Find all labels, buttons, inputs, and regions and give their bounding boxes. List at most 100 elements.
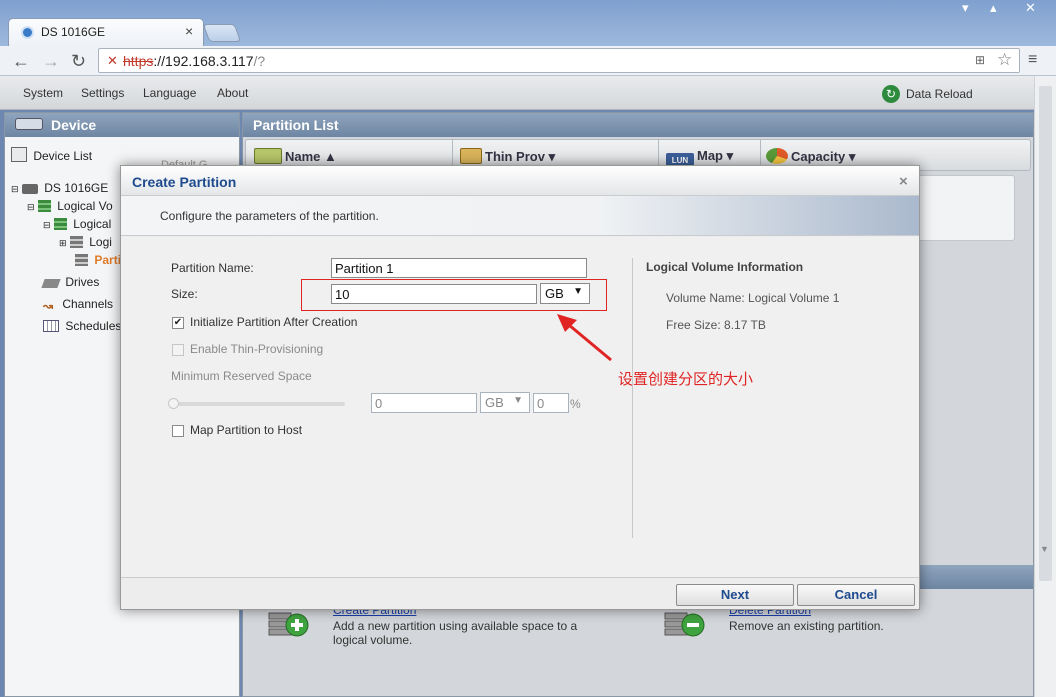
reload-icon[interactable]: ↻ bbox=[71, 51, 86, 71]
name-column-icon bbox=[254, 148, 282, 164]
tree-item-schedules[interactable]: Schedules bbox=[43, 319, 121, 333]
size-label: Size: bbox=[171, 287, 198, 301]
reserved-unit-select[interactable]: GB ▼ bbox=[480, 392, 530, 413]
channel-icon: ↝ bbox=[43, 299, 54, 313]
device-panel-title: Device bbox=[51, 117, 97, 133]
menu-system[interactable]: System bbox=[23, 86, 63, 100]
logical-volume-icon bbox=[37, 200, 51, 212]
device-icon bbox=[21, 184, 38, 194]
cancel-button[interactable]: Cancel bbox=[797, 584, 915, 606]
percent-sign: % bbox=[570, 397, 581, 411]
partition-panel-title: Partition List bbox=[253, 117, 339, 133]
tree-label-drives: Drives bbox=[65, 275, 100, 289]
dialog-footer: Next Cancel bbox=[121, 577, 919, 609]
tab-title: DS 1016GE bbox=[41, 25, 106, 39]
volume-icon bbox=[69, 236, 83, 248]
new-tab-button[interactable] bbox=[202, 24, 242, 42]
annotation-highlight-box bbox=[301, 279, 607, 311]
expand-icon[interactable]: ⊞ bbox=[59, 238, 67, 248]
address-bar[interactable]: ✕ https://192.168.3.117/? ⊞ ☆ bbox=[98, 48, 1020, 73]
tree-item-partitions[interactable]: Parti bbox=[75, 253, 121, 267]
initialize-label: Initialize Partition After Creation bbox=[190, 315, 358, 329]
arrow-left-icon[interactable]: ← bbox=[12, 51, 30, 71]
data-reload-button[interactable]: Data Reload bbox=[906, 87, 973, 101]
menu-about[interactable]: About bbox=[217, 86, 248, 100]
column-thin-prov[interactable]: Thin Prov ▾ bbox=[460, 148, 555, 165]
dialog-title-bar[interactable]: Create Partition × bbox=[121, 166, 919, 196]
star-icon[interactable]: ☆ bbox=[997, 50, 1012, 70]
arrow-right-icon[interactable]: → bbox=[42, 51, 60, 71]
hamburger-menu-icon[interactable]: ≡ bbox=[1028, 51, 1037, 69]
tree-label-channels: Channels bbox=[62, 297, 114, 311]
create-partition-desc: Add a new partition using available spac… bbox=[333, 619, 578, 647]
column-capacity[interactable]: Capacity ▾ bbox=[766, 148, 855, 165]
map-to-host-checkbox[interactable] bbox=[172, 425, 184, 437]
page-scrollbar[interactable]: ▼ bbox=[1034, 76, 1056, 697]
reserved-slider[interactable] bbox=[173, 402, 345, 406]
tree-label-device: DS 1016GE bbox=[44, 181, 109, 195]
tab-close-icon[interactable]: × bbox=[185, 23, 193, 39]
tree-item-logi[interactable]: ⊞ Logi bbox=[59, 235, 112, 249]
thin-provisioning-label: Enable Thin-Provisioning bbox=[190, 342, 324, 356]
thin-provisioning-checkbox[interactable] bbox=[172, 344, 184, 356]
thin-prov-icon bbox=[460, 148, 482, 164]
map-to-host-label: Map Partition to Host bbox=[190, 423, 303, 437]
device-list-row[interactable]: Device List bbox=[11, 147, 92, 163]
reserved-percent-input[interactable] bbox=[533, 393, 569, 413]
collapse-icon[interactable]: ⊟ bbox=[43, 220, 51, 230]
menu-settings[interactable]: Settings bbox=[81, 86, 124, 100]
tree-item-device[interactable]: ⊟ DS 1016GE bbox=[11, 181, 108, 195]
reserved-size-input[interactable] bbox=[371, 393, 477, 413]
url-text: https://192.168.3.117/? bbox=[123, 53, 265, 69]
browser-toolbar: ← → ↻ ✕ https://192.168.3.117/? ⊞ ☆ ≡ bbox=[0, 46, 1056, 76]
browser-tab-strip: DS 1016GE × ▾ ▴ ✕ bbox=[0, 0, 1056, 46]
partition-name-input[interactable] bbox=[331, 258, 587, 278]
tree-label-logical-volume: Logical bbox=[73, 217, 112, 231]
reserved-slider-handle[interactable] bbox=[168, 398, 179, 409]
column-map-label: Map bbox=[697, 148, 723, 163]
app-menubar: System Settings Language About ↻ Data Re… bbox=[0, 76, 1034, 110]
drive-icon bbox=[41, 279, 61, 288]
capacity-pie-icon bbox=[766, 148, 788, 164]
minimize-icon[interactable]: ▾ bbox=[962, 0, 969, 16]
translate-icon[interactable]: ⊞ bbox=[975, 53, 985, 67]
device-icon bbox=[15, 118, 43, 130]
collapse-icon[interactable]: ⊟ bbox=[11, 184, 19, 194]
tree-item-logical-volumes[interactable]: ⊟ Logical Vo bbox=[27, 199, 113, 213]
next-button[interactable]: Next bbox=[676, 584, 794, 606]
scroll-down-icon[interactable]: ▼ bbox=[1040, 544, 1049, 554]
close-icon[interactable]: × bbox=[899, 173, 908, 190]
create-partition-icon[interactable] bbox=[267, 609, 311, 642]
globe-icon bbox=[21, 26, 34, 39]
dialog-title: Create Partition bbox=[132, 174, 237, 190]
tree-item-channels[interactable]: ↝ Channels bbox=[43, 297, 114, 313]
tree-item-drives[interactable]: Drives bbox=[41, 275, 100, 289]
dropdown-arrow-icon: ▼ bbox=[513, 395, 523, 406]
partition-name-label: Partition Name: bbox=[171, 261, 254, 275]
volume-name-text: Volume Name: Logical Volume 1 bbox=[666, 291, 840, 305]
column-name[interactable]: Name ▲ bbox=[254, 148, 337, 164]
reserved-unit-value: GB bbox=[485, 395, 504, 410]
free-size-text: Free Size: 8.17 TB bbox=[666, 318, 766, 332]
tree-label-partitions: Parti bbox=[94, 253, 122, 267]
initialize-checkbox[interactable]: ✔ bbox=[172, 317, 184, 329]
close-window-icon[interactable]: ✕ bbox=[1025, 0, 1036, 16]
logical-volume-icon bbox=[53, 218, 67, 230]
column-capacity-label: Capacity bbox=[791, 149, 846, 164]
tree-label-logical-volumes: Logical Vo bbox=[57, 199, 113, 213]
column-thin-prov-label: Thin Prov bbox=[485, 149, 545, 164]
partition-icon bbox=[75, 254, 88, 266]
collapse-icon[interactable]: ⊟ bbox=[27, 202, 35, 212]
device-list-icon bbox=[11, 147, 27, 162]
menu-language[interactable]: Language bbox=[143, 86, 196, 100]
broken-lock-icon: ✕ bbox=[107, 53, 118, 68]
restore-icon[interactable]: ▴ bbox=[990, 0, 997, 16]
delete-partition-icon[interactable] bbox=[663, 609, 707, 642]
data-reload-icon[interactable]: ↻ bbox=[882, 85, 900, 103]
url-path: /? bbox=[253, 53, 266, 69]
dialog-description: Configure the parameters of the partitio… bbox=[160, 209, 379, 223]
annotation-text: 设置创建分区的大小 bbox=[618, 371, 754, 388]
tree-item-logical-volume[interactable]: ⊟ Logical bbox=[43, 217, 111, 231]
browser-tab[interactable]: DS 1016GE × bbox=[8, 18, 204, 46]
scrollbar-thumb[interactable] bbox=[1039, 86, 1052, 581]
